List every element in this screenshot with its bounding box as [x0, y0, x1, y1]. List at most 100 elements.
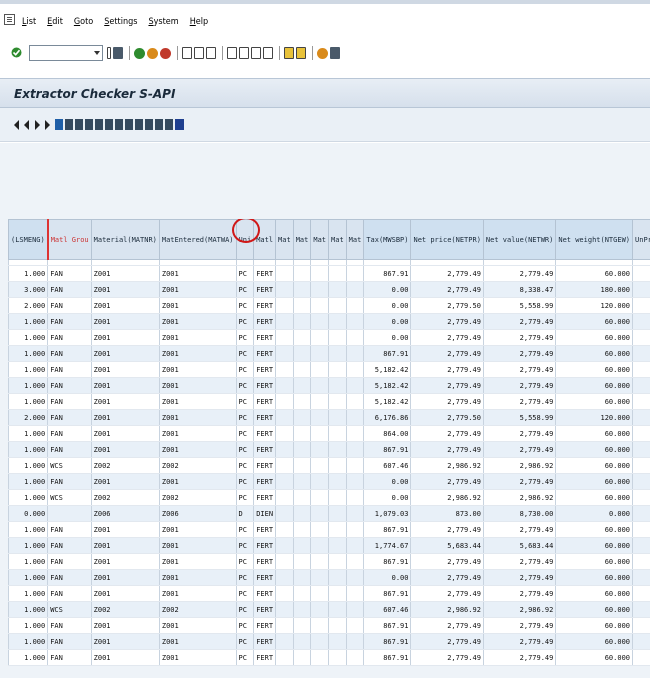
column-header[interactable]: Matl Grou	[46, 219, 92, 260]
table-cell[interactable]: 2,779.49	[410, 569, 484, 586]
table-cell[interactable]: 1.000	[7, 633, 48, 650]
table-cell[interactable]: PC	[235, 281, 254, 298]
table-cell[interactable]	[345, 537, 364, 554]
column-header[interactable]: Net price(NETPR)	[410, 219, 484, 260]
table-cell[interactable]	[345, 329, 364, 346]
table-cell[interactable]: Z001	[158, 329, 237, 346]
table-cell[interactable]: PC	[235, 537, 254, 554]
table-cell[interactable]	[292, 329, 311, 346]
table-cell[interactable]	[328, 505, 347, 522]
table-cell[interactable]	[345, 489, 364, 506]
menu-edit[interactable]: Edit	[47, 17, 63, 27]
graphic-icon[interactable]	[165, 119, 173, 130]
table-cell[interactable]: 2.000	[7, 297, 48, 314]
table-cell[interactable]: Z001	[90, 569, 160, 586]
table-cell[interactable]: FAN	[47, 473, 92, 490]
table-cell[interactable]	[632, 633, 650, 650]
select-layout-icon[interactable]	[145, 119, 153, 130]
table-cell[interactable]: 2,779.50	[410, 297, 484, 314]
table-cell[interactable]	[345, 361, 364, 378]
table-cell[interactable]: 6,176.86	[363, 409, 411, 426]
table-cell[interactable]	[632, 585, 650, 602]
details-icon[interactable]	[55, 119, 63, 130]
table-cell[interactable]	[328, 441, 347, 458]
table-cell[interactable]: FAN	[47, 441, 92, 458]
table-cell[interactable]: Z001	[90, 585, 160, 602]
table-cell[interactable]: 2,986.92	[410, 601, 484, 618]
subtotal-icon[interactable]	[105, 119, 113, 130]
table-cell[interactable]: Z001	[158, 553, 237, 570]
table-cell[interactable]	[275, 409, 294, 426]
menu-system[interactable]: System	[148, 17, 178, 27]
table-cell[interactable]: Z001	[158, 633, 237, 650]
table-cell[interactable]	[292, 601, 311, 618]
table-cell[interactable]: Z006	[90, 505, 160, 522]
menu-goto[interactable]: Goto	[74, 17, 93, 27]
table-cell[interactable]	[345, 585, 364, 602]
table-cell[interactable]: 2,779.49	[410, 585, 484, 602]
table-cell[interactable]: 60.000	[555, 473, 633, 490]
table-cell[interactable]: FERT	[253, 329, 276, 346]
table-cell[interactable]: Z001	[90, 521, 160, 538]
table-cell[interactable]	[345, 345, 364, 362]
table-cell[interactable]: 2,986.92	[482, 457, 556, 474]
table-cell[interactable]: FAN	[47, 313, 92, 330]
table-cell[interactable]	[292, 553, 311, 570]
table-cell[interactable]: 3.000	[7, 281, 48, 298]
table-cell[interactable]: 2,779.49	[410, 441, 484, 458]
table-cell[interactable]	[275, 297, 294, 314]
table-cell[interactable]	[632, 265, 650, 282]
table-cell[interactable]	[345, 313, 364, 330]
table-cell[interactable]	[310, 585, 329, 602]
table-cell[interactable]	[632, 505, 650, 522]
table-row[interactable]: 1.000 FAN Z001 Z001 PC FERT 867.91 2,779.49 2,77…	[7, 617, 650, 634]
column-header[interactable]: Mat	[310, 219, 330, 260]
table-cell[interactable]	[292, 505, 311, 522]
table-cell[interactable]: Z001	[90, 313, 160, 330]
table-cell[interactable]: FERT	[253, 489, 276, 506]
table-cell[interactable]: 2,779.49	[482, 617, 556, 634]
table-cell[interactable]: 2,986.92	[482, 489, 556, 506]
table-cell[interactable]: 60.000	[555, 537, 633, 554]
table-cell[interactable]: 120.000	[555, 409, 633, 426]
table-cell[interactable]	[632, 521, 650, 538]
table-cell[interactable]: 2,986.92	[482, 601, 556, 618]
column-header[interactable]: Mat	[292, 219, 312, 260]
table-cell[interactable]: Z001	[90, 281, 160, 298]
table-row[interactable]: 1.000 WCS Z002 Z002 PC FERT 607.46 2,986.92 2,98…	[7, 457, 650, 474]
table-cell[interactable]: PC	[235, 489, 254, 506]
left-arrow-icon[interactable]	[107, 47, 111, 59]
table-cell[interactable]: FERT	[253, 297, 276, 314]
table-cell[interactable]: 867.91	[363, 441, 411, 458]
table-cell[interactable]: FERT	[253, 473, 276, 490]
table-cell[interactable]	[275, 441, 294, 458]
table-cell[interactable]: 2,779.49	[410, 313, 484, 330]
table-cell[interactable]	[292, 457, 311, 474]
table-cell[interactable]	[292, 537, 311, 554]
table-cell[interactable]: 2,779.49	[482, 265, 556, 282]
table-cell[interactable]: PC	[235, 313, 254, 330]
table-cell[interactable]	[310, 313, 329, 330]
table-cell[interactable]	[275, 521, 294, 538]
table-cell[interactable]: PC	[235, 521, 254, 538]
table-cell[interactable]	[345, 457, 364, 474]
table-cell[interactable]: FERT	[253, 553, 276, 570]
table-cell[interactable]	[632, 617, 650, 634]
table-cell[interactable]	[310, 377, 329, 394]
menu-list[interactable]: List	[22, 17, 36, 27]
table-cell[interactable]: 1.000	[7, 345, 48, 362]
table-cell[interactable]: 2,779.49	[410, 425, 484, 442]
table-cell[interactable]	[632, 649, 650, 666]
table-cell[interactable]	[275, 537, 294, 554]
sort-ascending-icon[interactable]	[65, 119, 73, 130]
app-menu-icon[interactable]	[4, 14, 15, 25]
table-cell[interactable]: Z001	[158, 649, 237, 666]
previous-page-icon[interactable]	[239, 47, 249, 59]
table-cell[interactable]	[328, 377, 347, 394]
table-cell[interactable]: 1.000	[7, 553, 48, 570]
table-cell[interactable]: 2,986.92	[410, 489, 484, 506]
save-layout-icon[interactable]	[155, 119, 163, 130]
table-cell[interactable]: 2.000	[7, 409, 48, 426]
table-cell[interactable]	[328, 649, 347, 666]
column-header[interactable]: Tax(MWSBP)	[363, 219, 412, 260]
